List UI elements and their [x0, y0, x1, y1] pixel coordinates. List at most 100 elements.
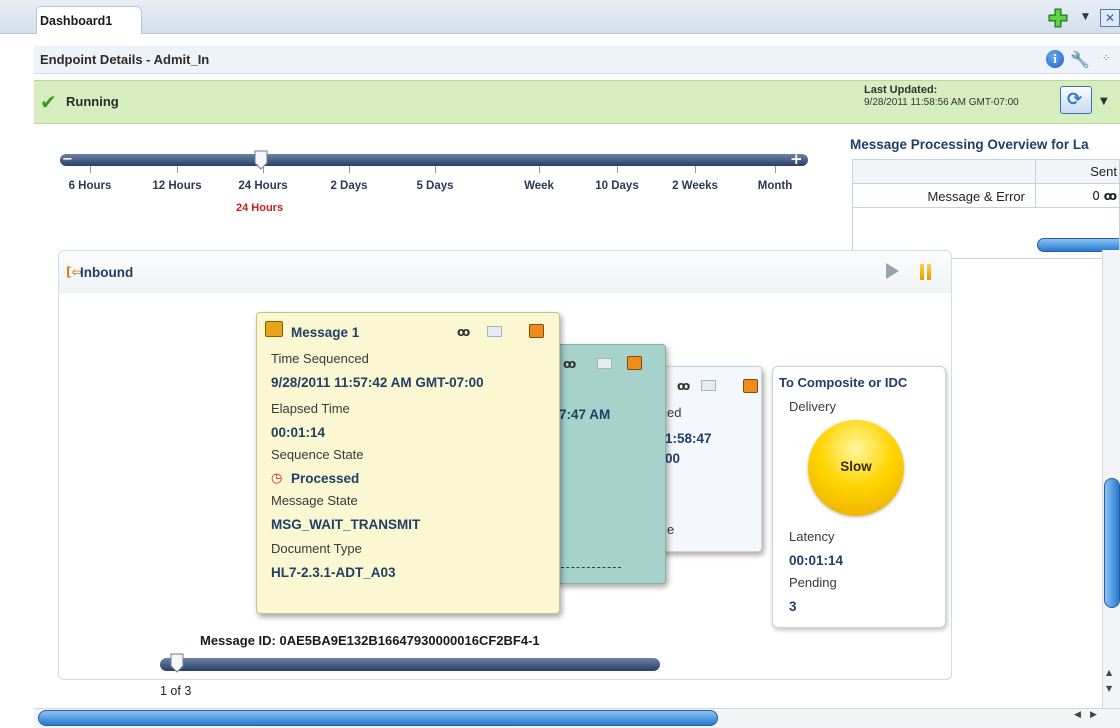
glasses-icon[interactable]: ꝏ	[457, 325, 470, 339]
slider-tick-label[interactable]: 2 Weeks	[672, 180, 718, 192]
time-slider-thumb[interactable]	[254, 150, 268, 170]
card3-label-fragment-2: e	[667, 522, 675, 537]
message-card-1[interactable]: Message 1 ꝏ Time Sequenced 9/28/2011 11:…	[256, 312, 560, 614]
tab-menu-chevron-down-icon[interactable]: ▼	[1082, 12, 1089, 22]
overview-col-sent[interactable]: Sent	[1035, 160, 1119, 184]
slider-minus-icon[interactable]: −	[62, 152, 73, 167]
elapsed-time-label: Elapsed Time	[271, 401, 350, 416]
horizontal-scrollbar-thumb[interactable]	[38, 710, 718, 726]
pending-value: 3	[789, 599, 797, 614]
refresh-button[interactable]: ⟳	[1060, 86, 1092, 114]
check-icon: ✔	[40, 90, 57, 114]
slider-tick	[775, 166, 776, 173]
latency-value: 00:01:14	[789, 553, 844, 568]
info-icon[interactable]: i	[1046, 50, 1064, 68]
printer-icon[interactable]	[529, 324, 544, 338]
glasses-icon[interactable]: ꝏ	[1104, 189, 1117, 203]
slider-tick	[90, 166, 91, 173]
printer-icon[interactable]	[627, 356, 642, 370]
inbound-header	[59, 251, 951, 293]
page-title: Endpoint Details - Admit_In	[40, 52, 210, 67]
slider-plus-icon[interactable]: +	[790, 150, 803, 168]
slider-tick-label[interactable]: 5 Days	[416, 180, 453, 192]
envelope-icon[interactable]	[487, 326, 502, 337]
app-root: Dashboard1 ▼ ✕ Endpoint Details - Admit_…	[0, 0, 1120, 728]
envelope-icon[interactable]	[701, 380, 716, 391]
time-sequenced-value: 9/28/2011 11:57:42 AM GMT-07:00	[271, 375, 484, 390]
scroller-thumb-shape	[170, 653, 184, 673]
sequence-state-value: Processed	[291, 471, 360, 486]
card3-time-fragment-2: 00	[665, 451, 681, 466]
overview-sent-value: 0	[1092, 189, 1100, 203]
message-scroller-thumb[interactable]	[170, 653, 184, 673]
slider-tick-label[interactable]: 2 Days	[330, 180, 367, 192]
pager-text: 1 of 3	[160, 684, 192, 698]
latency-label: Latency	[789, 529, 835, 544]
delivery-status-text: Slow	[840, 459, 872, 474]
last-updated-value: 9/28/2011 11:58:56 AM GMT-07:00	[864, 97, 1019, 108]
slider-tick-label[interactable]: 10 Days	[595, 180, 638, 192]
scroll-right-icon[interactable]: ▶	[1090, 710, 1097, 720]
overview-row-value: 0 ꝏ	[1035, 184, 1119, 208]
overview-table: Sent Message & Error 0 ꝏ	[852, 159, 1120, 259]
overview-title: Message Processing Overview for La	[850, 137, 1089, 152]
wrench-icon[interactable]: 🔧	[1070, 50, 1090, 69]
slider-tick	[695, 166, 696, 173]
message-state-value: MSG_WAIT_TRANSMIT	[271, 517, 421, 532]
message-id: Message ID: 0AE5BA9E132B16647930000016CF…	[200, 633, 540, 648]
printer-icon[interactable]	[743, 379, 758, 393]
message-scroller[interactable]	[160, 658, 660, 671]
pending-label: Pending	[789, 575, 837, 590]
overview-row-label: Message & Error	[853, 184, 1035, 208]
close-icon[interactable]: ✕	[1100, 9, 1120, 27]
slider-tick-label[interactable]: 24 Hours	[238, 180, 287, 192]
slider-tick-label[interactable]: Month	[758, 180, 792, 192]
refresh-icon: ⟳	[1067, 89, 1083, 110]
envelope-icon[interactable]	[597, 358, 612, 369]
glasses-icon[interactable]: ꝏ	[677, 379, 690, 393]
slider-tick-label[interactable]: 6 Hours	[69, 180, 112, 192]
card1-title: Message 1	[291, 325, 360, 340]
glasses-icon[interactable]: ꝏ	[563, 357, 576, 371]
slider-tick	[177, 166, 178, 173]
delivery-status-indicator: Slow	[808, 420, 904, 516]
clock-icon: ◷	[271, 470, 283, 485]
last-updated-label: Last Updated:	[864, 84, 938, 96]
elapsed-time-value: 00:01:14	[271, 425, 326, 440]
card2-divider	[561, 567, 621, 568]
document-type-value: HL7-2.3.1-ADT_A03	[271, 565, 396, 580]
vertical-scrollbar-thumb[interactable]	[1104, 478, 1120, 608]
document-type-label: Document Type	[271, 541, 362, 556]
scroll-down-icon[interactable]: ▼	[1106, 684, 1112, 693]
message-state-label: Message State	[271, 493, 358, 508]
pause-button[interactable]	[920, 264, 932, 280]
time-range-slider[interactable]	[60, 154, 808, 166]
message-icon	[265, 321, 283, 337]
slider-tick-label[interactable]: Week	[524, 180, 554, 192]
card3-label-fragment: ed	[667, 405, 682, 420]
sequence-state-label: Sequence State	[271, 447, 364, 462]
slider-thumb-shape	[254, 150, 268, 170]
inbound-title: Inbound	[80, 265, 134, 280]
delivery-label: Delivery	[789, 399, 836, 414]
card3-time-fragment: 1:58:47	[665, 431, 712, 446]
tab-dashboard1[interactable]: Dashboard1	[36, 6, 142, 34]
slider-tick	[263, 166, 264, 173]
play-button[interactable]	[886, 263, 899, 279]
refresh-menu-chevron-down-icon[interactable]: ▼	[1100, 96, 1108, 107]
time-sequenced-label: Time Sequenced	[271, 351, 369, 366]
slider-tick	[435, 166, 436, 173]
card2-time-fragment: 7:47 AM	[559, 407, 611, 422]
grip-icon[interactable]: ⁘	[1102, 53, 1110, 64]
slider-tick	[617, 166, 618, 173]
slider-selected-label: 24 Hours	[236, 202, 284, 214]
message-card-2[interactable]: ꝏ 7:47 AM	[556, 344, 666, 584]
status-text: Running	[66, 94, 119, 109]
slider-tick-label[interactable]: 12 Hours	[152, 180, 201, 192]
composite-title: To Composite or IDC	[779, 375, 908, 390]
plus-icon	[1048, 8, 1068, 28]
add-tab-button[interactable]	[1048, 8, 1068, 28]
slider-tick	[349, 166, 350, 173]
scroll-up-icon[interactable]: ▲	[1106, 668, 1112, 677]
scroll-left-icon[interactable]: ◀	[1074, 710, 1081, 720]
